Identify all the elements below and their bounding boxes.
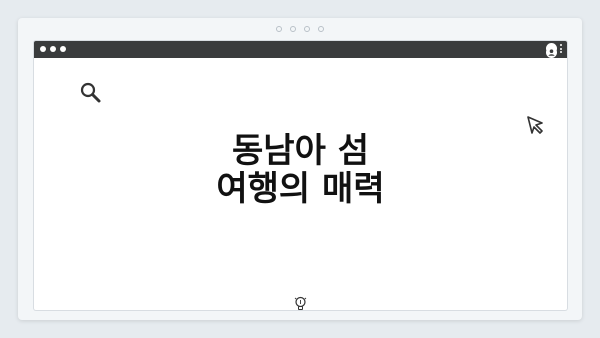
pager (18, 26, 582, 32)
more-options-icon[interactable] (560, 43, 562, 54)
page-title-line-1: 동남아 섬 (232, 131, 369, 171)
avatar-icon[interactable] (546, 43, 557, 58)
window-titlebar (34, 41, 567, 58)
page-title: 동남아 섬 여행의 매력 (94, 132, 507, 208)
browser-window: 동남아 섬 여행의 매력 (34, 41, 567, 310)
slide-frame: 동남아 섬 여행의 매력 (18, 18, 582, 320)
search-icon (79, 81, 103, 105)
pager-dot[interactable] (318, 26, 324, 32)
titlebar-actions (546, 43, 562, 58)
minimize-dot-icon[interactable] (50, 46, 56, 52)
pager-dot[interactable] (290, 26, 296, 32)
close-dot-icon[interactable] (40, 46, 46, 52)
pager-dot[interactable] (304, 26, 310, 32)
cursor-icon (525, 114, 547, 136)
window-controls (40, 46, 66, 52)
lightbulb-icon (294, 296, 307, 310)
page-title-line-2: 여행의 매력 (216, 169, 385, 209)
pager-dot[interactable] (276, 26, 282, 32)
maximize-dot-icon[interactable] (60, 46, 66, 52)
